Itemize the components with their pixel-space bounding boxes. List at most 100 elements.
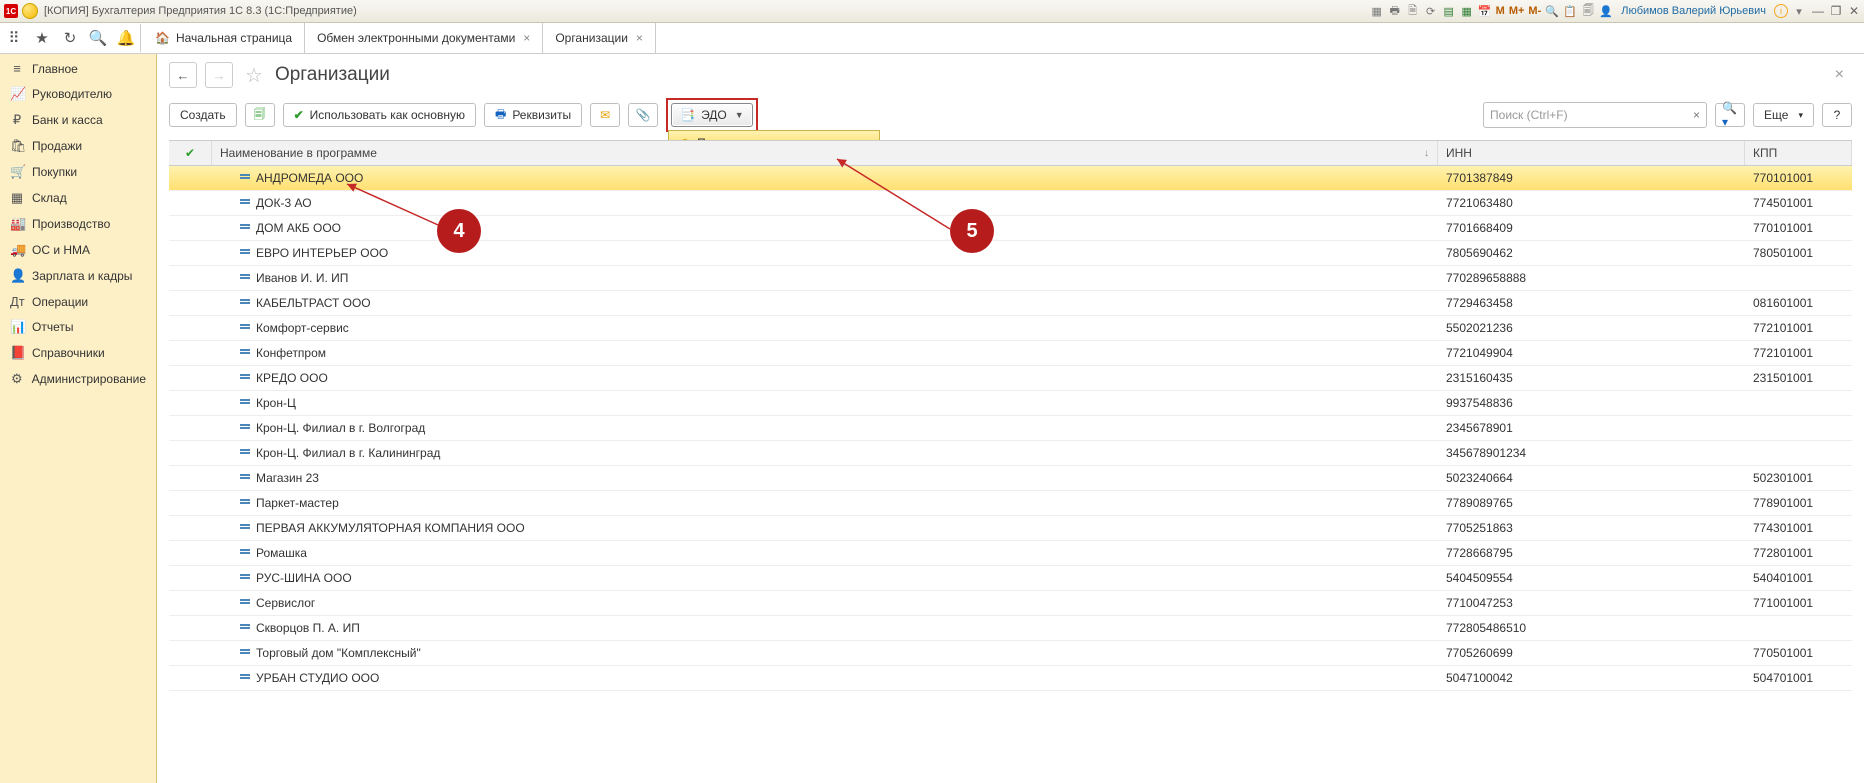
search-options-button[interactable]: 🔍▾	[1715, 103, 1745, 127]
org-icon	[240, 227, 250, 229]
use-as-main-button[interactable]: ✔Использовать как основную	[283, 103, 476, 127]
search-input[interactable]: Поиск (Ctrl+F) ×	[1483, 102, 1707, 128]
close-page-icon[interactable]: ×	[1835, 66, 1844, 84]
tab-обмен-электронными-документами[interactable]: Обмен электронными документами×	[305, 23, 543, 53]
sidebar-item-покупки[interactable]: 🛒Покупки	[0, 159, 156, 185]
calc-icon[interactable]: ▦	[1460, 4, 1474, 18]
app-circle-icon	[22, 3, 38, 19]
requisites-button[interactable]: 🖶Реквизиты	[484, 103, 582, 127]
row-inn: 5502021236	[1438, 321, 1745, 335]
m-icon[interactable]: M	[1496, 5, 1505, 17]
back-button[interactable]: ←	[169, 62, 197, 88]
table-row[interactable]: Иванов И. И. ИП770289658888	[169, 266, 1852, 291]
favorite-icon[interactable]: ★	[28, 24, 56, 52]
row-name: Сервислог	[256, 596, 315, 610]
tab-организации[interactable]: Организации×	[543, 23, 656, 53]
calendar-icon[interactable]: 📅	[1478, 4, 1492, 18]
table-row[interactable]: ПЕРВАЯ АККУМУЛЯТОРНАЯ КОМПАНИЯ ООО770525…	[169, 516, 1852, 541]
table-row[interactable]: ЕВРО ИНТЕРЬЕР ООО7805690462780501001	[169, 241, 1852, 266]
row-name-cell: Торговый дом "Комплексный"	[212, 646, 1438, 660]
tab-начальная-страница[interactable]: 🏠Начальная страница	[143, 23, 305, 53]
table-row[interactable]: ДОК-3 АО7721063480774501001	[169, 191, 1852, 216]
row-inn: 7805690462	[1438, 246, 1745, 260]
page-star-icon[interactable]: ☆	[245, 63, 263, 88]
table-row[interactable]: Крон-Ц9937548836	[169, 391, 1852, 416]
minimize-icon[interactable]: —	[1812, 5, 1824, 17]
dropdown-icon[interactable]: ▾	[1792, 4, 1806, 18]
table-row[interactable]: Магазин 235023240664502301001	[169, 466, 1852, 491]
table-header: ✔ Наименование в программе↓ ИНН КПП	[169, 141, 1852, 166]
table-row[interactable]: ДОМ АКБ ООО7701668409770101001	[169, 216, 1852, 241]
table-row[interactable]: Скворцов П. А. ИП772805486510	[169, 616, 1852, 641]
tool-icon[interactable]: ▦	[1370, 4, 1384, 18]
table-row[interactable]: Крон-Ц. Филиал в г. Калининград345678901…	[169, 441, 1852, 466]
table-row[interactable]: РУС-ШИНА ООО5404509554540401001	[169, 566, 1852, 591]
sidebar-label: Главное	[32, 62, 78, 76]
row-kpp: 770101001	[1745, 171, 1852, 185]
sidebar-label: Склад	[32, 191, 67, 205]
forward-button[interactable]: →	[205, 62, 233, 88]
notifications-icon[interactable]: 🔔	[112, 24, 140, 52]
sidebar-item-операции[interactable]: ДтОперации	[0, 289, 156, 314]
sidebar-item-ос-и-нма[interactable]: 🚚ОС и НМА	[0, 237, 156, 263]
doc-icon[interactable]: 🗎	[1406, 4, 1420, 18]
sidebar-item-администрирование[interactable]: ⚙Администрирование	[0, 366, 156, 392]
row-inn: 2315160435	[1438, 371, 1745, 385]
sidebar-item-склад[interactable]: ▦Склад	[0, 185, 156, 211]
m-plus-icon[interactable]: M+	[1509, 5, 1525, 17]
sidebar-item-продажи[interactable]: 🛍Продажи	[0, 133, 156, 159]
table-row[interactable]: Паркет-мастер7789089765778901001	[169, 491, 1852, 516]
edo-button[interactable]: 📑 ЭДО ▼	[671, 103, 753, 127]
row-kpp: 502301001	[1745, 471, 1852, 485]
mail-button[interactable]: ✉	[590, 103, 620, 127]
table-row[interactable]: Ромашка7728668795772801001	[169, 541, 1852, 566]
table-row[interactable]: Конфетпром7721049904772101001	[169, 341, 1852, 366]
col-inn[interactable]: ИНН	[1438, 141, 1745, 165]
table-row[interactable]: УРБАН СТУДИО ООО5047100042504701001	[169, 666, 1852, 691]
table-row[interactable]: Сервислог7710047253771001001	[169, 591, 1852, 616]
table-row[interactable]: Крон-Ц. Филиал в г. Волгоград2345678901	[169, 416, 1852, 441]
row-name: ПЕРВАЯ АККУМУЛЯТОРНАЯ КОМПАНИЯ ООО	[256, 521, 525, 535]
print-icon[interactable]: 🖶	[1388, 4, 1402, 18]
close-tab-icon[interactable]: ×	[523, 31, 530, 45]
table-row[interactable]: Торговый дом "Комплексный"77052606997705…	[169, 641, 1852, 666]
copy-org-button[interactable]: 🗐	[245, 103, 275, 127]
apps-icon[interactable]: ⠿	[0, 24, 28, 52]
m-minus-icon[interactable]: M-	[1528, 5, 1541, 17]
table-row[interactable]: КРЕДО ООО2315160435231501001	[169, 366, 1852, 391]
refresh-icon[interactable]: ⟳	[1424, 4, 1438, 18]
history-icon[interactable]: ↻	[56, 24, 84, 52]
sidebar-item-зарплата-и-кадры[interactable]: 👤Зарплата и кадры	[0, 263, 156, 289]
clipboard-icon[interactable]: 📋	[1563, 4, 1577, 18]
sidebar-item-справочники[interactable]: 📕Справочники	[0, 340, 156, 366]
table-row[interactable]: АНДРОМЕДА ООО7701387849770101001	[169, 166, 1852, 191]
sidebar-item-главное[interactable]: ≡Главное	[0, 56, 156, 81]
close-tab-icon[interactable]: ×	[636, 31, 643, 45]
search-titlebar-icon[interactable]: 🔍	[1545, 4, 1559, 18]
sidebar-item-производство[interactable]: 🏭Производство	[0, 211, 156, 237]
help-button[interactable]: ?	[1822, 103, 1852, 127]
copy-icon[interactable]: 🗐	[1581, 4, 1595, 18]
sheet-icon[interactable]: ▤	[1442, 4, 1456, 18]
more-button[interactable]: Еще▾	[1753, 103, 1814, 127]
col-name[interactable]: Наименование в программе↓	[212, 141, 1438, 165]
create-button[interactable]: Создать	[169, 103, 237, 127]
table-row[interactable]: Комфорт-сервис5502021236772101001	[169, 316, 1852, 341]
attach-button[interactable]: 📎	[628, 103, 658, 127]
info-icon[interactable]: i	[1774, 4, 1788, 18]
row-inn: 7710047253	[1438, 596, 1745, 610]
org-icon	[240, 577, 250, 579]
sidebar-item-банк-и-касса[interactable]: ₽Банк и касса	[0, 107, 156, 133]
sidebar-item-отчеты[interactable]: 📊Отчеты	[0, 314, 156, 340]
close-window-icon[interactable]: ✕	[1848, 5, 1860, 17]
clear-search-icon[interactable]: ×	[1693, 108, 1700, 122]
row-inn: 5404509554	[1438, 571, 1745, 585]
table-row[interactable]: КАБЕЛЬТРАСТ ООО7729463458081601001	[169, 291, 1852, 316]
restore-icon[interactable]: ❐	[1830, 5, 1842, 17]
sidebar-label: Покупки	[32, 165, 77, 179]
sidebar-item-руководителю[interactable]: 📈Руководителю	[0, 81, 156, 107]
search-icon[interactable]: 🔍	[84, 24, 112, 52]
col-check[interactable]: ✔	[169, 141, 212, 165]
row-name-cell: Скворцов П. А. ИП	[212, 621, 1438, 635]
col-kpp[interactable]: КПП	[1745, 141, 1852, 165]
